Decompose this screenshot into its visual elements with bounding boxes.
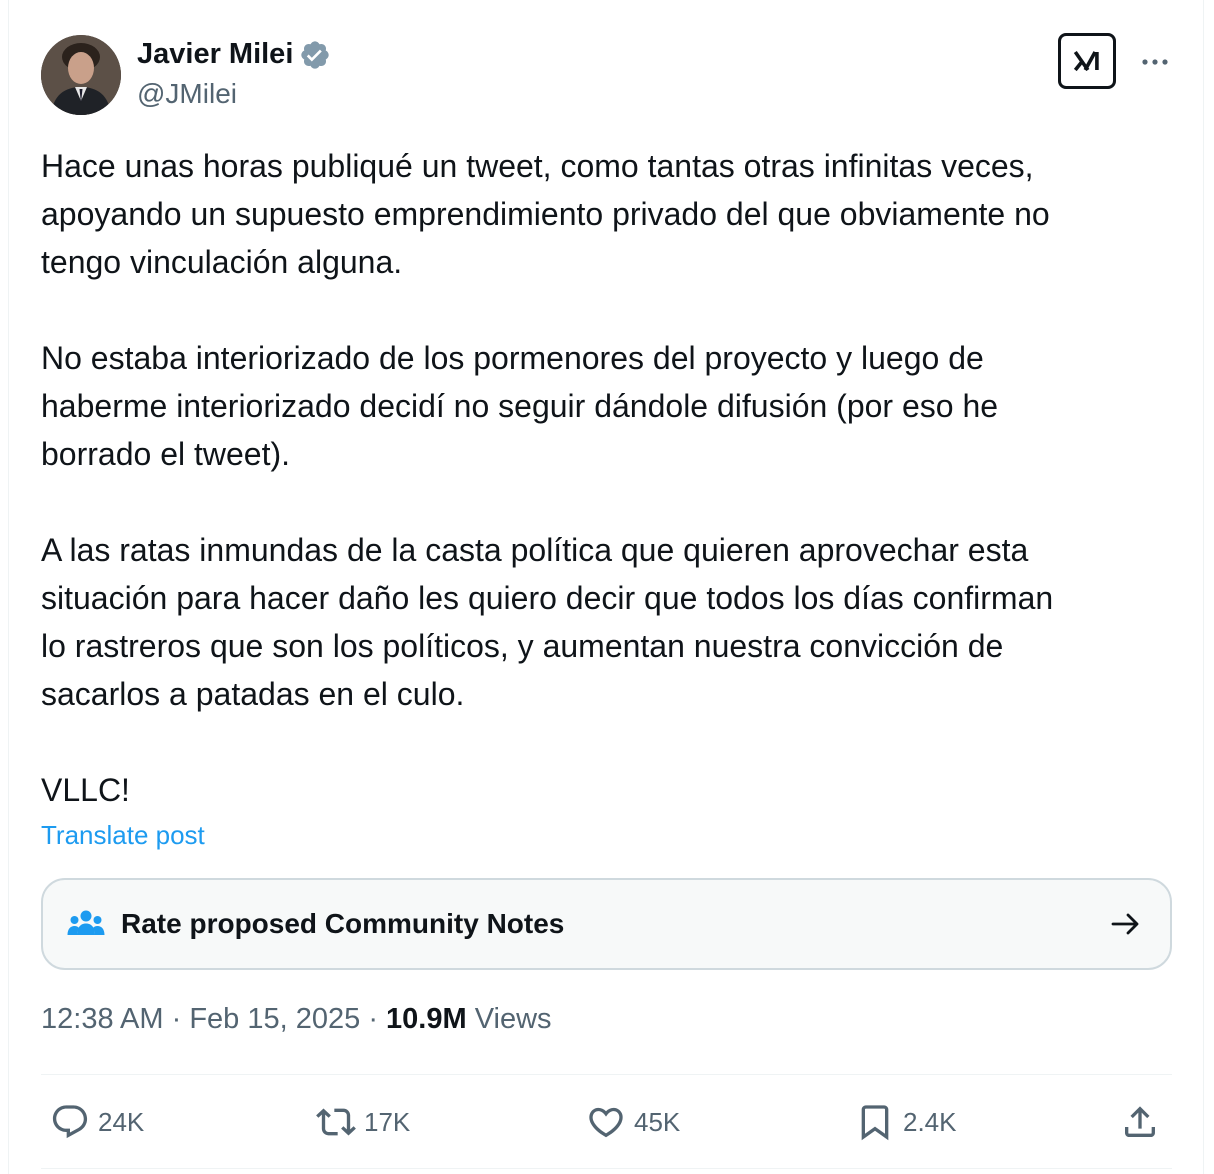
bookmark-button[interactable]: 2.4K [855,1102,957,1142]
tweet-line: apoyando un supuesto emprendimiento priv… [41,196,1050,232]
meta-separator: · [368,1003,378,1035]
more-options-button[interactable] [1139,44,1171,76]
share-icon [1125,1106,1155,1137]
tweet-paragraph: VLLC! [41,766,1171,814]
tweet-date[interactable]: Feb 15, 2025 [189,1003,360,1035]
bookmark-count: 2.4K [903,1106,957,1137]
tweet-line: situación para hacer daño les quiero dec… [41,580,1054,616]
arrow-right-icon [1111,913,1139,935]
tweet-line: tengo vinculación alguna. [41,244,403,280]
tweet-paragraph: A las ratas inmundas de la casta polític… [41,526,1171,718]
retweet-icon [316,1108,356,1136]
tweet-line: haberme interiorizado decidí no seguir d… [41,388,999,424]
views-label: Views [474,1003,552,1035]
divider [41,1168,1172,1169]
grok-icon [1073,50,1099,72]
display-name[interactable]: Javier Milei [137,38,293,71]
reply-icon [52,1105,88,1139]
tweet-line: VLLC! [41,772,130,808]
avatar-image [41,35,121,115]
retweet-button[interactable]: 17K [316,1102,410,1142]
avatar[interactable] [41,35,121,115]
community-notes-button[interactable]: Rate proposed Community Notes [41,878,1172,970]
community-notes-icon [67,910,105,935]
tweet-line: No estaba interiorizado de los pormenore… [41,340,984,376]
grok-button[interactable] [1058,33,1116,89]
divider [41,1074,1172,1075]
tweet-text: Hace unas horas publiqué un tweet, como … [41,142,1171,814]
more-icon [1142,59,1168,65]
tweet-line: sacarlos a patadas en el culo. [41,676,465,712]
tweet-paragraph: No estaba interiorizado de los pormenore… [41,334,1171,478]
share-button[interactable] [1120,1102,1160,1142]
like-button[interactable]: 45K [586,1102,680,1142]
verified-badge-icon [299,39,331,71]
translate-post-link[interactable]: Translate post [41,820,205,851]
community-notes-label: Rate proposed Community Notes [121,908,565,939]
bookmark-icon [861,1105,889,1141]
meta-separator: · [171,1003,182,1035]
tweet-line: Hace unas horas publiqué un tweet, como … [41,148,1034,184]
author-name-row: Javier Milei [137,38,331,71]
tweet-meta: 12:38 AM · Feb 15, 2025 · 10.9M Views [41,1003,552,1036]
views-count: 10.9M [386,1003,467,1035]
heart-icon [589,1107,623,1138]
tweet-line: lo rastreros que son los políticos, y au… [41,628,1004,664]
tweet-paragraph: Hace unas horas publiqué un tweet, como … [41,142,1171,286]
tweet-line: borrado el tweet). [41,436,291,472]
tweet-time[interactable]: 12:38 AM [41,1003,164,1035]
tweet-line: A las ratas inmundas de la casta polític… [41,532,1029,568]
like-count: 45K [634,1106,681,1137]
retweet-count: 17K [364,1106,411,1137]
user-handle[interactable]: @JMilei [137,78,237,110]
reply-button[interactable]: 24K [50,1102,144,1142]
reply-count: 24K [98,1106,145,1137]
